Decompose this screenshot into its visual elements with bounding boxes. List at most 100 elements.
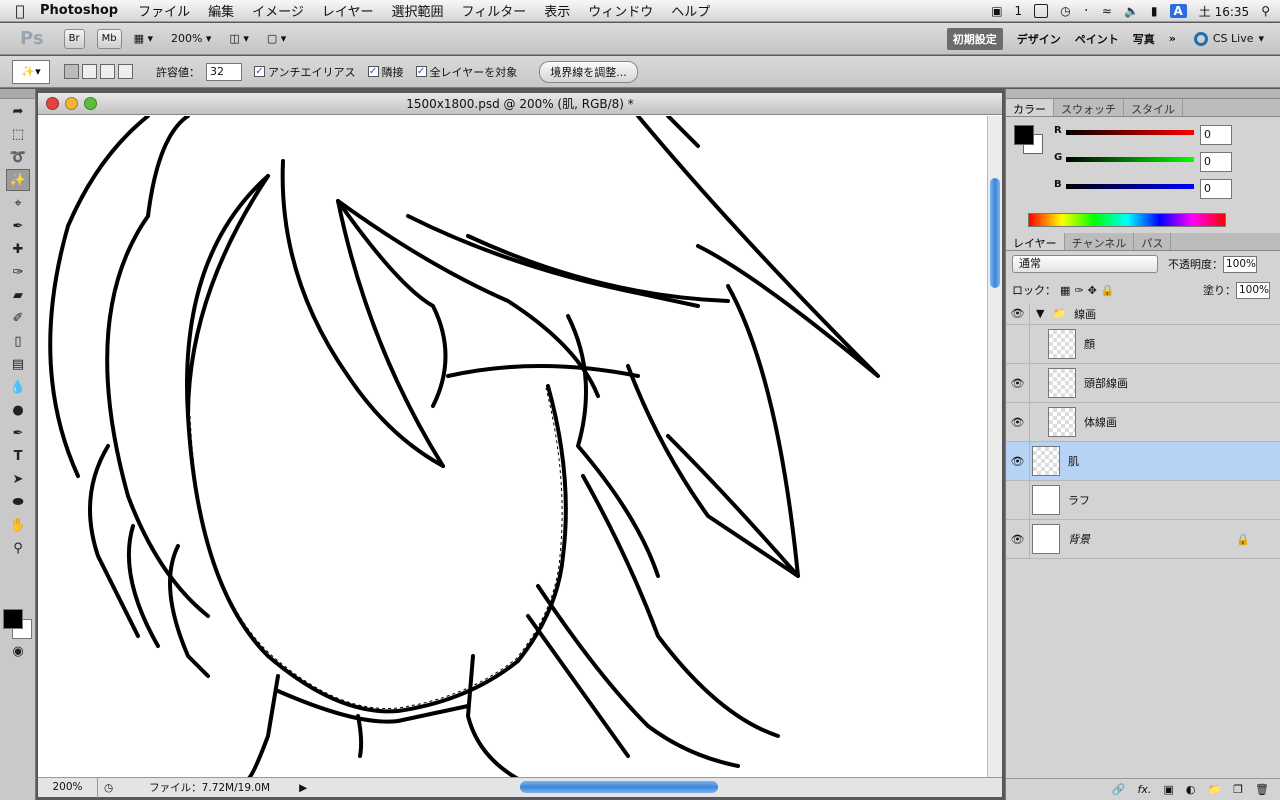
clone-stamp-tool-icon[interactable]: ▰ [6,284,30,306]
history-brush-tool-icon[interactable]: ✐ [6,307,30,329]
foreground-color-chip[interactable] [1014,125,1034,145]
layer-row[interactable]: 👁 体線画 [1006,402,1280,442]
lock-pixels-icon[interactable]: ✑ [1074,284,1083,297]
workspace-photography[interactable]: 写真 [1133,31,1155,47]
sample-all-layers-checkbox[interactable]: ✓ 全レイヤーを対象 [415,64,517,80]
lock-position-icon[interactable]: ✥ [1088,284,1097,297]
tab-swatches[interactable]: スウォッチ [1054,99,1124,116]
wifi-icon[interactable]: ≈ [1102,4,1112,18]
layer-row[interactable]: 👁 背景 🔒 [1006,519,1280,559]
arrange-documents-dropdown[interactable]: ◫ ▾ [229,32,248,45]
healing-brush-tool-icon[interactable]: ✚ [6,238,30,260]
canvas[interactable] [38,116,988,779]
blue-value-input[interactable]: 0 [1200,179,1232,199]
layer-row[interactable]: 顔 [1006,324,1280,364]
tab-color[interactable]: カラー [1006,99,1054,116]
disclosure-triangle-icon[interactable]: ▼ [1036,307,1044,320]
brush-tool-icon[interactable]: ✑ [6,261,30,283]
more-workspaces-button[interactable]: » [1169,32,1176,45]
app-menu[interactable]: Photoshop [40,3,118,18]
layer-group-row[interactable]: 👁 ▼ 📁 線画 [1006,302,1280,325]
apple-menu-icon[interactable]:  [0,2,40,20]
hand-tool-icon[interactable]: ✋ [6,514,30,536]
new-group-icon[interactable]: 📁 [1207,783,1221,796]
adobe-status-icon[interactable]: ▣ [991,4,1002,18]
type-tool-icon[interactable]: T [6,445,30,467]
workspace-painting[interactable]: ペイント [1075,31,1119,47]
antialias-checkbox[interactable]: ✓ アンチエイリアス [254,64,356,80]
opacity-input[interactable]: 100% [1223,255,1257,273]
menu-select[interactable]: 選択範囲 [392,1,444,20]
move-tool-icon[interactable]: ➦ [6,100,30,122]
layer-row-selected[interactable]: 👁 肌 [1006,441,1280,481]
menu-image[interactable]: イメージ [252,1,304,20]
tab-paths[interactable]: パス [1134,233,1172,250]
eye-icon[interactable]: 👁 [1006,363,1030,403]
zoom-field[interactable]: 200% [38,777,98,798]
eye-icon[interactable]: 👁 [1006,441,1030,481]
zoom-window-button[interactable] [84,97,97,110]
color-spectrum-ramp[interactable] [1028,213,1226,227]
foreground-color-swatch[interactable] [3,609,23,629]
contiguous-checkbox[interactable]: ✓ 隣接 [367,64,404,80]
close-window-button[interactable] [46,97,59,110]
tab-layers[interactable]: レイヤー [1006,233,1065,250]
bluetooth-icon[interactable]: ᛫ [1083,4,1090,18]
green-slider[interactable] [1066,157,1194,162]
add-mask-icon[interactable]: ▣ [1163,783,1173,796]
tab-styles[interactable]: スタイル [1124,99,1183,116]
view-extras-dropdown[interactable]: ▦ ▾ [134,32,153,45]
menu-file[interactable]: ファイル [138,1,190,20]
eraser-tool-icon[interactable]: ▯ [6,330,30,352]
stop-icon[interactable] [1034,4,1049,18]
status-info-icon[interactable]: ◷ [104,782,113,794]
quick-mask-icon[interactable]: ◉ [6,640,30,662]
eye-icon[interactable]: 👁 [1006,302,1030,325]
path-selection-tool-icon[interactable]: ➤ [6,468,30,490]
panel-dock-grip[interactable] [1006,89,1280,99]
workspace-design[interactable]: デザイン [1017,31,1061,47]
eye-icon[interactable]: 👁 [1006,402,1030,442]
blend-mode-select[interactable]: 通常 [1012,255,1158,273]
lock-transparency-icon[interactable]: ▦ [1060,284,1070,297]
screen-mode-dropdown[interactable]: ▢ ▾ [267,32,286,45]
tool-preset-picker[interactable]: ✨ ▾ [12,59,50,84]
lock-all-icon[interactable]: 🔒 [1101,284,1115,297]
zoom-dropdown[interactable]: 200% ▾ [171,32,211,45]
menu-filter[interactable]: フィルター [462,1,527,20]
clock[interactable]: 土 16:35 [1199,3,1249,20]
ellipse-tool-icon[interactable]: ⬬ [6,491,30,513]
menu-help[interactable]: ヘルプ [671,1,710,20]
zoom-tool-icon[interactable]: ⚲ [6,537,30,559]
red-value-input[interactable]: 0 [1200,125,1232,145]
subtract-selection-button[interactable] [100,64,115,79]
link-layers-icon[interactable]: 🔗 [1112,783,1126,796]
time-machine-icon[interactable]: ◷ [1060,4,1070,18]
red-slider[interactable] [1066,130,1194,135]
eyedropper-tool-icon[interactable]: ✒ [6,215,30,237]
cs-live-menu[interactable]: CS Live ▾ [1193,31,1264,46]
spotlight-icon[interactable]: ⚲ [1261,4,1270,18]
bridge-button[interactable]: Br [63,28,85,49]
mini-bridge-button[interactable]: Mb [96,28,122,49]
menu-view[interactable]: 表示 [544,1,570,20]
blue-slider[interactable] [1066,184,1194,189]
minimize-window-button[interactable] [65,97,78,110]
refine-edge-button[interactable]: 境界線を調整... [539,60,638,83]
intersect-selection-button[interactable] [118,64,133,79]
battery-icon[interactable]: ▮ [1151,4,1158,18]
volume-icon[interactable]: 🔈 [1124,4,1139,18]
menu-window[interactable]: ウィンドウ [588,1,653,20]
marquee-tool-icon[interactable]: ⬚ [6,123,30,145]
add-selection-button[interactable] [82,64,97,79]
pen-tool-icon[interactable]: ✒ [6,422,30,444]
delete-layer-icon[interactable]: 🗑 [1255,783,1269,796]
green-value-input[interactable]: 0 [1200,152,1232,172]
crop-tool-icon[interactable]: ⌖ [6,192,30,214]
blur-tool-icon[interactable]: 💧 [6,376,30,398]
status-menu-arrow-icon[interactable]: ▶ [299,782,307,794]
lasso-tool-icon[interactable]: ➰ [6,146,30,168]
eye-icon[interactable]: 👁 [1006,519,1030,559]
horizontal-scroll-thumb[interactable] [520,781,718,793]
adjustment-layer-icon[interactable]: ◐ [1186,783,1196,796]
